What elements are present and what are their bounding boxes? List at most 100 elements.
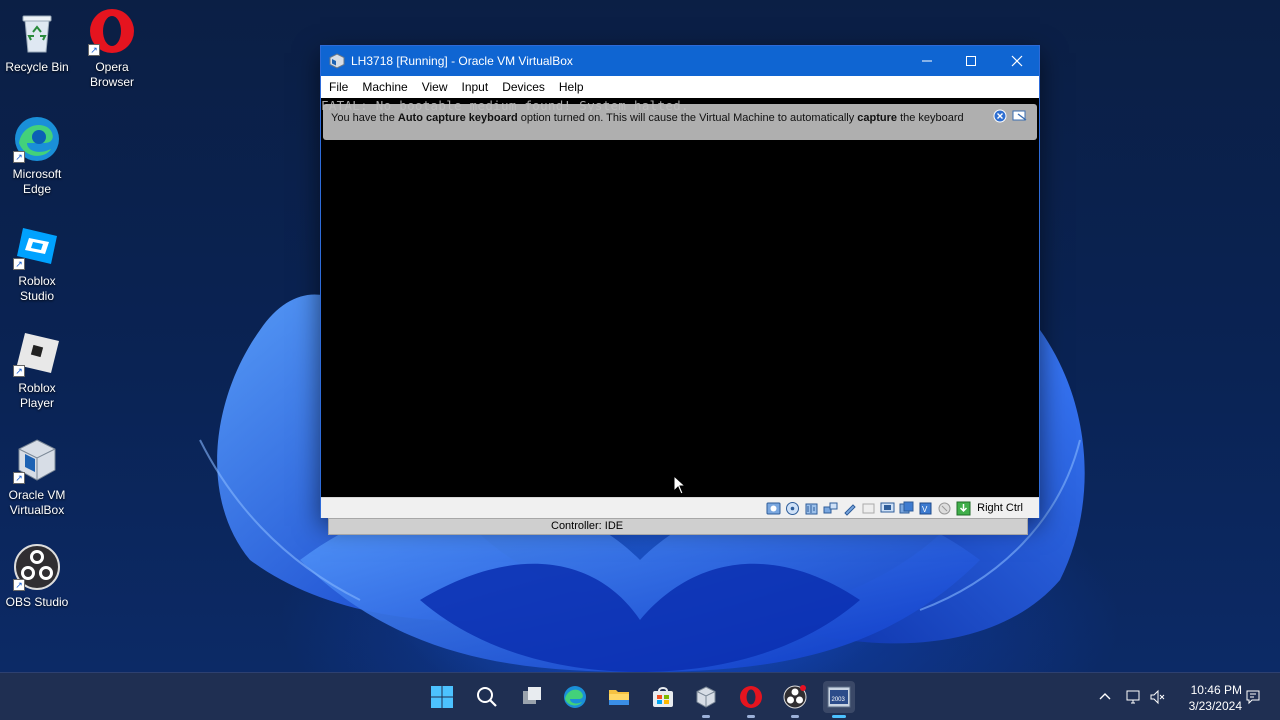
cpu-icon[interactable]: V	[918, 501, 933, 516]
notice-hide-icon[interactable]	[1012, 109, 1028, 123]
hard-disk-icon[interactable]	[766, 501, 781, 516]
taskbar-app-2003[interactable]: 2003	[823, 681, 855, 718]
app-2003-icon: 2003	[827, 686, 851, 708]
virtualbox-icon	[329, 53, 345, 69]
desktop-icon-recycle-bin[interactable]: Recycle Bin	[0, 8, 74, 75]
minimize-button[interactable]	[904, 46, 950, 76]
edge-icon: ↗	[13, 115, 61, 163]
recycle-bin-icon	[13, 8, 61, 56]
display-icon[interactable]	[880, 501, 895, 516]
shared-folders-icon[interactable]	[861, 501, 876, 516]
menu-machine[interactable]: Machine	[362, 80, 415, 94]
file-explorer-icon	[609, 690, 629, 705]
volume-muted-icon[interactable]	[1149, 688, 1167, 706]
taskbar-virtualbox[interactable]	[690, 681, 722, 718]
taskbar-opera[interactable]	[735, 681, 767, 718]
task-view-button[interactable]	[516, 681, 548, 713]
store-icon	[653, 687, 673, 707]
active-indicator	[832, 715, 846, 718]
desktop-icon-roblox-player[interactable]: ↗ Roblox Player	[0, 329, 74, 411]
search-button[interactable]	[471, 681, 503, 713]
start-button[interactable]	[426, 681, 458, 713]
maximize-icon	[966, 56, 976, 66]
optical-drive-icon[interactable]	[785, 501, 800, 516]
taskbar-file-explorer[interactable]	[603, 681, 635, 713]
notice-close-icon[interactable]	[993, 109, 1007, 123]
keyboard-capture-icon[interactable]	[956, 501, 971, 516]
desktop-icon-label: Oracle VM VirtualBox	[8, 488, 66, 517]
network-icon[interactable]	[823, 501, 838, 516]
desktop-icon-opera[interactable]: ↗ Opera Browser	[75, 8, 149, 90]
obs-icon: ↗	[13, 543, 61, 591]
menu-input[interactable]: Input	[462, 80, 497, 94]
clock-date: 3/23/2024	[1188, 699, 1242, 713]
host-key-label: Right Ctrl	[977, 502, 1023, 514]
mouse-cursor-icon	[673, 475, 687, 495]
desktop-icon-label: OBS Studio	[5, 595, 69, 609]
desktop-icon-virtualbox[interactable]: ↗ Oracle VM VirtualBox	[0, 436, 74, 518]
notice-text: the keyboard	[897, 112, 964, 124]
roblox-player-icon: ↗	[13, 329, 61, 377]
audio-icon[interactable]	[804, 501, 819, 516]
taskbar-obs[interactable]	[779, 681, 811, 718]
start-icon	[431, 686, 453, 708]
svg-text:V: V	[922, 505, 928, 514]
window-titlebar[interactable]: LH3718 [Running] - Oracle VM VirtualBox	[321, 46, 1039, 76]
vm-screen[interactable]: FATAL: No bootable medium found! System …	[321, 98, 1039, 497]
desktop-icon-roblox-studio[interactable]: ↗ Roblox Studio	[0, 222, 74, 304]
network-icon[interactable]	[1125, 688, 1143, 706]
running-indicator	[791, 715, 799, 718]
search-icon	[477, 687, 497, 707]
virtualbox-vm-window[interactable]: LH3718 [Running] - Oracle VM VirtualBox …	[320, 45, 1040, 518]
taskbar-edge[interactable]	[559, 681, 591, 713]
taskbar-store[interactable]	[647, 681, 679, 713]
auto-capture-notice: You have the Auto capture keyboard optio…	[323, 104, 1037, 140]
menu-help[interactable]: Help	[559, 80, 592, 94]
shortcut-arrow-icon: ↗	[88, 44, 100, 56]
edge-icon	[564, 686, 586, 708]
shortcut-arrow-icon: ↗	[13, 579, 25, 591]
menu-view[interactable]: View	[422, 80, 456, 94]
virtualbox-icon: ↗	[13, 436, 61, 484]
notice-bold-option: Auto capture keyboard	[397, 112, 518, 124]
desktop-icon-label: Roblox Player	[18, 381, 56, 410]
mouse-integration-icon[interactable]	[937, 501, 952, 516]
maximize-button[interactable]	[948, 46, 994, 76]
desktop-icon-label: Opera Browser	[89, 60, 134, 89]
window-title: LH3718 [Running] - Oracle VM VirtualBox	[351, 54, 573, 68]
desktop-icon-obs[interactable]: ↗ OBS Studio	[0, 543, 74, 610]
menu-bar: File Machine View Input Devices Help	[321, 76, 1039, 98]
shortcut-arrow-icon: ↗	[13, 258, 25, 270]
notification-icon[interactable]	[1244, 688, 1262, 706]
clock[interactable]: 10:46 PM 3/23/2024	[1176, 682, 1242, 714]
shortcut-arrow-icon: ↗	[13, 472, 25, 484]
menu-file[interactable]: File	[329, 80, 356, 94]
desktop-icon-label: Recycle Bin	[5, 60, 69, 74]
status-tooltip: Controller: IDE	[328, 518, 1028, 535]
opera-icon: ↗	[88, 8, 136, 56]
app-badge-text: 2003	[832, 697, 846, 703]
shortcut-arrow-icon: ↗	[13, 151, 25, 163]
desktop-icon-edge[interactable]: ↗ Microsoft Edge	[0, 115, 74, 197]
task-view-icon	[523, 687, 541, 704]
opera-icon	[740, 686, 762, 708]
virtualbox-icon	[696, 686, 716, 708]
status-bar: V Right Ctrl	[321, 497, 1039, 518]
desktop-icon-label: Microsoft Edge	[12, 167, 62, 196]
taskbar: 2003 10:46 PM 3/23/2024	[0, 672, 1280, 720]
menu-devices[interactable]: Devices	[502, 80, 553, 94]
recording-icon[interactable]	[899, 501, 914, 516]
notice-text: option turned on. This will cause the Vi…	[517, 112, 858, 124]
desktop-icon-label: Roblox Studio	[18, 274, 56, 303]
obs-icon	[783, 685, 807, 709]
roblox-studio-icon: ↗	[13, 222, 61, 270]
close-icon	[1011, 55, 1023, 67]
notice-bold-capture: capture	[857, 112, 898, 124]
running-indicator	[702, 715, 710, 718]
notice-text: You have the	[331, 112, 398, 124]
chevron-up-icon[interactable]	[1098, 690, 1112, 704]
close-button[interactable]	[994, 46, 1040, 76]
minimize-icon	[922, 60, 932, 62]
usb-icon[interactable]	[842, 501, 857, 516]
shortcut-arrow-icon: ↗	[13, 365, 25, 377]
